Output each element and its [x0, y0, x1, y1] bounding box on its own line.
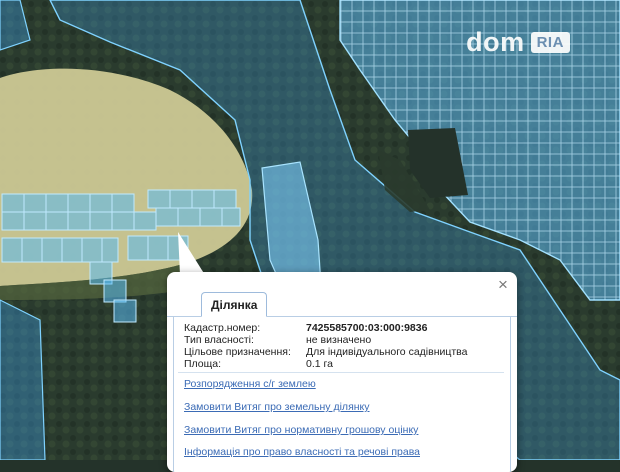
popup-tabbar: Ділянка: [167, 272, 517, 317]
divider: [178, 372, 504, 373]
logo-badge: RIA: [530, 31, 570, 53]
dom-ria-logo: dom RIA: [446, 22, 590, 62]
link-farmland-disposal[interactable]: Розпорядження с/г землею: [184, 378, 316, 390]
logo-brand-text: dom: [466, 26, 525, 57]
field-value: Для індивідуального садівництва: [306, 346, 468, 358]
link-ownership-rights-info[interactable]: Інформація про право власності та речові…: [184, 446, 420, 458]
parcel-strip-west[interactable]: [0, 299, 46, 460]
popup-content: Кадастр.номер: 7425585700:03:000:9836 Ти…: [173, 317, 511, 472]
field-value: 0.1 га: [306, 358, 333, 370]
field-label: Тип власності:: [184, 334, 254, 346]
parcel-info-popup: × Ділянка Кадастр.номер: 7425585700:03:0…: [167, 272, 517, 472]
tab-parcel[interactable]: Ділянка: [201, 292, 268, 317]
field-value: 7425585700:03:000:9836: [306, 322, 428, 334]
field-label: Кадастр.номер:: [184, 322, 261, 334]
field-value: не визначено: [306, 334, 372, 346]
link-order-parcel-extract[interactable]: Замовити Витяг про земельну ділянку: [184, 401, 370, 413]
field-label: Площа:: [184, 358, 222, 370]
field-label: Цільове призначення:: [184, 346, 291, 358]
link-order-valuation-extract[interactable]: Замовити Витяг про нормативну грошову оц…: [184, 424, 418, 436]
